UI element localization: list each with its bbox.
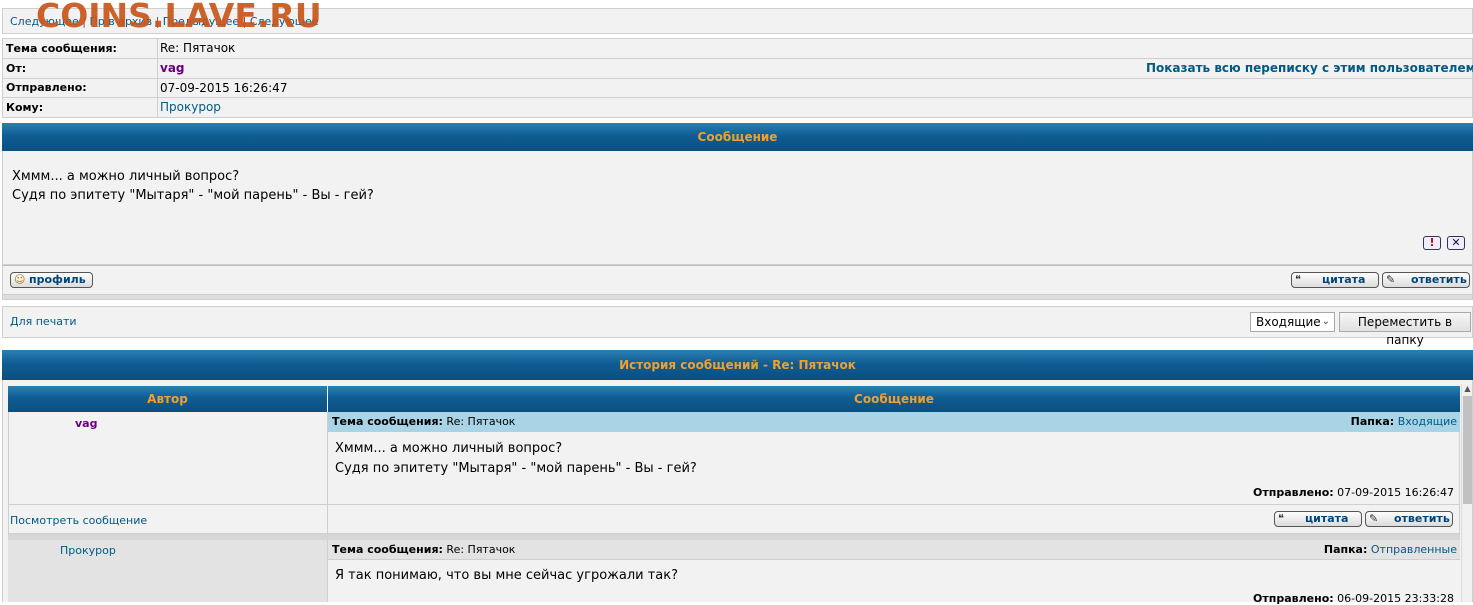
reply-icon: ✎ — [1369, 512, 1379, 525]
quote-icon: ❝ — [1295, 273, 1301, 286]
scroll-up-icon[interactable]: ▲ — [1462, 384, 1473, 394]
history-title: История сообщений - Re: Пятачок — [619, 358, 856, 372]
history-entry-subject-bar: Тема сообщения: Re: Пятачок Папка: Входя… — [328, 412, 1460, 432]
profile-button[interactable]: ☺ профиль — [10, 272, 93, 288]
history-entry2-author[interactable]: Прокурор — [60, 544, 116, 557]
history-entry2-author-cell — [8, 540, 328, 602]
sent-value: 07-09-2015 16:26:47 — [160, 81, 288, 95]
history-entry2-folder-link[interactable]: Отправленные — [1371, 543, 1457, 556]
reply-button[interactable]: ✎ ответить — [1382, 272, 1470, 288]
chevron-down-icon: ⌄ — [1321, 316, 1330, 327]
message-title-bar: Сообщение — [2, 123, 1473, 151]
scrollbar-thumb[interactable] — [1463, 396, 1472, 504]
message-text-line1: Хммм... а можно личный вопрос? — [12, 169, 240, 184]
history-entry-text-line2: Судя по эпитету "Мытаря" - "мой парень" … — [335, 461, 697, 476]
site-watermark: COINS.LAVE.RU — [36, 0, 322, 35]
history-entry2-sent: Отправлено: 06-09-2015 23:33:28 — [1253, 592, 1454, 605]
to-user-link[interactable]: Прокурор — [160, 100, 221, 114]
history-col-author: Автор — [8, 386, 327, 412]
history-entry-folder-link[interactable]: Входящие — [1398, 415, 1457, 428]
history-entry-author[interactable]: vag — [75, 417, 97, 430]
to-label: Кому: — [6, 101, 44, 114]
history-entry2-subject-bar: Тема сообщения: Re: Пятачок Папка: Отпра… — [328, 540, 1460, 559]
show-all-correspondence-link[interactable]: Показать всю переписку с этим пользовате… — [1146, 61, 1473, 75]
subject-label: Тема сообщения: — [6, 42, 117, 55]
view-message-link[interactable]: Посмотреть сообщение — [10, 514, 147, 527]
quote-button[interactable]: ❝ цитата — [1291, 272, 1379, 288]
quote-icon: ❝ — [1278, 512, 1284, 525]
message-text-line2: Судя по эпитету "Мытаря" - "мой парень" … — [12, 188, 374, 203]
history-entry-author-cell — [8, 412, 328, 505]
move-to-folder-button[interactable]: Переместить в папку — [1339, 312, 1471, 347]
history-reply-button[interactable]: ✎ ответить — [1365, 511, 1453, 527]
message-footer — [2, 265, 1473, 295]
history-title-bar: История сообщений - Re: Пятачок — [2, 350, 1473, 380]
folder-select[interactable]: Входящие ⌄ — [1250, 312, 1335, 332]
reply-icon: ✎ — [1386, 273, 1396, 286]
history-quote-button[interactable]: ❝ цитата — [1274, 511, 1362, 527]
report-icon[interactable]: ! — [1423, 236, 1441, 250]
sent-label: Отправлено: — [6, 81, 87, 94]
user-icon: ☺ — [14, 273, 26, 286]
from-user-link[interactable]: vag — [160, 61, 185, 75]
message-title: Сообщение — [697, 130, 778, 144]
history-scrollbar[interactable]: ▲ — [1461, 384, 1472, 602]
print-link[interactable]: Для печати — [10, 315, 77, 328]
history-entry-sent: Отправлено: 07-09-2015 16:26:47 — [1253, 486, 1454, 499]
history-entry-text-line1: Хммм... а можно личный вопрос? — [335, 441, 563, 456]
from-label: От: — [6, 62, 27, 75]
history-col-message: Сообщение — [328, 386, 1460, 412]
delete-icon[interactable]: ✕ — [1447, 236, 1465, 250]
folder-select-value: Входящие — [1256, 315, 1321, 329]
subject-value: Re: Пятачок — [160, 41, 236, 55]
history-entry2-text-line1: Я так понимаю, что вы мне сейчас угрожал… — [335, 568, 679, 583]
